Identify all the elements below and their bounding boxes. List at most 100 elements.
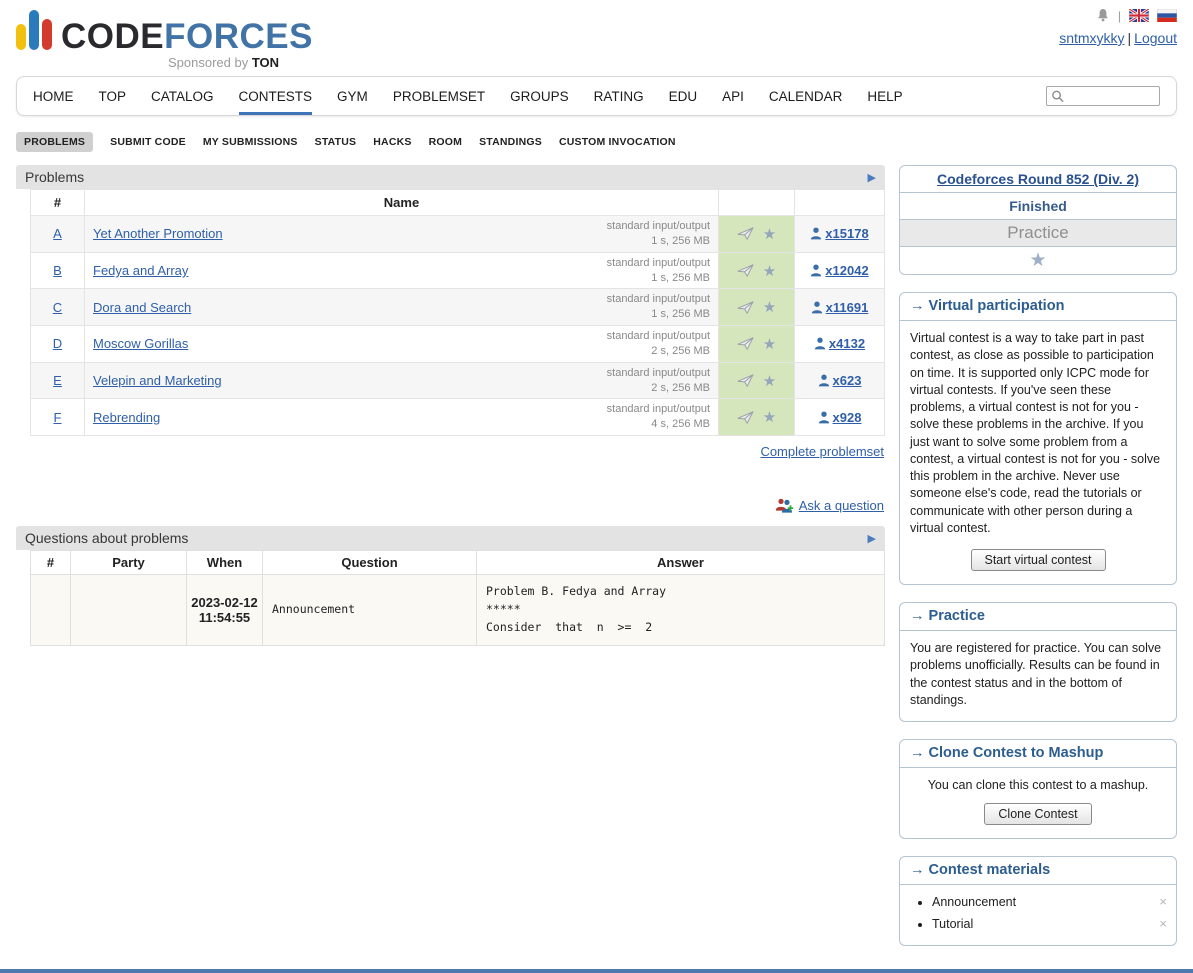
nav-item-gym[interactable]: GYM: [337, 77, 368, 115]
nav-item-rating[interactable]: RATING: [594, 77, 644, 115]
expand-arrow-icon[interactable]: ▶: [868, 171, 876, 184]
solved-person-icon: [810, 264, 822, 277]
tab-problems[interactable]: PROBLEMS: [16, 132, 93, 152]
problem-title-link[interactable]: Yet Another Promotion: [93, 226, 223, 241]
start-virtual-contest-button[interactable]: Start virtual contest: [971, 549, 1106, 571]
nav-item-home[interactable]: HOME: [33, 77, 74, 115]
nav-item-catalog[interactable]: CATALOG: [151, 77, 214, 115]
problem-limits: standard input/output1 s, 256 MB: [607, 292, 710, 322]
contest-info-box: Codeforces Round 852 (Div. 2) Finished P…: [899, 165, 1177, 275]
contest-status: Finished: [900, 193, 1176, 220]
user-separator: |: [1128, 30, 1132, 46]
problem-title-link[interactable]: Fedya and Array: [93, 263, 188, 278]
submit-plane-icon[interactable]: [737, 227, 754, 240]
tab-submit-code[interactable]: SUBMIT CODE: [110, 132, 186, 152]
tab-hacks[interactable]: HACKS: [373, 132, 411, 152]
favorite-star-icon[interactable]: ★: [763, 409, 776, 426]
problem-index-link[interactable]: A: [53, 226, 62, 241]
virtual-participation-text: Virtual contest is a way to take part in…: [900, 321, 1176, 542]
clone-contest-box: → Clone Contest to Mashup You can clone …: [899, 739, 1177, 839]
tab-my-submissions[interactable]: MY SUBMISSIONS: [203, 132, 298, 152]
problem-title-link[interactable]: Velepin and Marketing: [93, 373, 222, 388]
close-icon[interactable]: ×: [1159, 894, 1167, 909]
favorite-star-icon[interactable]: ★: [763, 336, 776, 353]
table-row: C Dora and Search standard input/output1 …: [31, 289, 885, 326]
solved-count-link[interactable]: x623: [833, 373, 862, 388]
favorite-star-icon[interactable]: ★: [763, 299, 776, 316]
solved-person-icon: [814, 337, 826, 350]
clone-contest-button[interactable]: Clone Contest: [984, 803, 1091, 825]
problem-index-link[interactable]: D: [53, 336, 62, 351]
favorite-star-icon[interactable]: ★: [763, 373, 776, 390]
problems-table: # Name A Yet Another Promotionstandard i…: [30, 189, 885, 436]
virtual-participation-title: → Virtual participation: [900, 293, 1176, 321]
question-answer: Problem B. Fedya and Array ***** Conside…: [477, 575, 885, 645]
nav-item-edu[interactable]: EDU: [669, 77, 698, 115]
favorite-star-icon[interactable]: ★: [763, 226, 776, 243]
logout-link[interactable]: Logout: [1134, 30, 1177, 46]
submit-plane-icon[interactable]: [737, 337, 754, 350]
nav-item-api[interactable]: API: [722, 77, 744, 115]
contest-title-link[interactable]: Codeforces Round 852 (Div. 2): [937, 171, 1139, 187]
material-announcement-link[interactable]: Announcement: [932, 895, 1016, 909]
material-item-announcement: Announcement ×: [932, 895, 1176, 909]
favorite-star-icon[interactable]: ★: [763, 263, 776, 280]
header-separator: |: [1118, 9, 1121, 23]
sponsor-brand: TON: [252, 55, 279, 70]
bell-icon[interactable]: [1096, 8, 1110, 23]
problem-limits: standard input/output1 s, 256 MB: [607, 219, 710, 249]
column-header-num: #: [31, 190, 85, 216]
tab-room[interactable]: ROOM: [429, 132, 462, 152]
uk-flag-icon[interactable]: [1129, 9, 1149, 22]
tab-status[interactable]: STATUS: [315, 132, 357, 152]
nav-item-top[interactable]: TOP: [99, 77, 127, 115]
problem-index-link[interactable]: E: [53, 373, 62, 388]
questions-caption-bar: Questions about problems ▶: [16, 526, 885, 550]
close-icon[interactable]: ×: [1159, 916, 1167, 931]
complete-problemset-link[interactable]: Complete problemset: [760, 444, 884, 459]
search-icon[interactable]: [1051, 90, 1064, 103]
submit-plane-icon[interactable]: [737, 374, 754, 387]
nav-item-calendar[interactable]: CALENDAR: [769, 77, 843, 115]
username-link[interactable]: sntmxykky: [1059, 30, 1124, 46]
footer-bar: [0, 969, 1193, 973]
codeforces-logo[interactable]: CODEFORCES Sponsored by TON: [16, 10, 1177, 70]
nav-item-groups[interactable]: GROUPS: [510, 77, 569, 115]
submit-plane-icon[interactable]: [737, 264, 754, 277]
solved-person-icon: [818, 411, 830, 424]
problem-index-link[interactable]: C: [53, 300, 62, 315]
solved-count-link[interactable]: x12042: [825, 263, 868, 278]
solved-count-link[interactable]: x15178: [825, 226, 868, 241]
nav-item-contests[interactable]: CONTESTS: [239, 77, 313, 115]
material-tutorial-link[interactable]: Tutorial: [932, 917, 973, 931]
contest-materials-title: → Contest materials: [900, 857, 1176, 885]
question-party: [71, 575, 187, 645]
questions-table: # Party When Question Answer 2023-02-12 …: [30, 550, 885, 645]
problem-index-link[interactable]: B: [53, 263, 62, 278]
solved-count-link[interactable]: x11691: [826, 300, 869, 315]
solved-count-link[interactable]: x4132: [829, 336, 865, 351]
problem-index-link[interactable]: F: [54, 410, 62, 425]
contest-star-icon[interactable]: ★: [900, 247, 1176, 274]
problems-caption: Problems: [25, 169, 84, 185]
nav-item-problemset[interactable]: PROBLEMSET: [393, 77, 485, 115]
problem-title-link[interactable]: Moscow Gorillas: [93, 336, 188, 351]
nav-item-help[interactable]: HELP: [867, 77, 902, 115]
tab-custom-invocation[interactable]: CUSTOM INVOCATION: [559, 132, 676, 152]
solved-person-icon: [811, 301, 823, 314]
table-row: A Yet Another Promotion standard input/ou…: [31, 216, 885, 253]
header-right: |: [1059, 8, 1177, 46]
ru-flag-icon[interactable]: [1157, 9, 1177, 22]
expand-arrow-icon[interactable]: ▶: [868, 532, 876, 545]
submit-plane-icon[interactable]: [737, 411, 754, 424]
submit-plane-icon[interactable]: [737, 301, 754, 314]
column-header-empty: [795, 190, 885, 216]
practice-text: You are registered for practice. You can…: [900, 631, 1176, 721]
tab-standings[interactable]: STANDINGS: [479, 132, 542, 152]
logo-wordmark: CODEFORCES: [61, 21, 313, 53]
problem-title-link[interactable]: Dora and Search: [93, 300, 191, 315]
header: CODEFORCES Sponsored by TON |: [0, 0, 1193, 72]
ask-question-link[interactable]: Ask a question: [799, 498, 884, 513]
problem-title-link[interactable]: Rebrending: [93, 410, 160, 425]
solved-count-link[interactable]: x928: [833, 410, 862, 425]
